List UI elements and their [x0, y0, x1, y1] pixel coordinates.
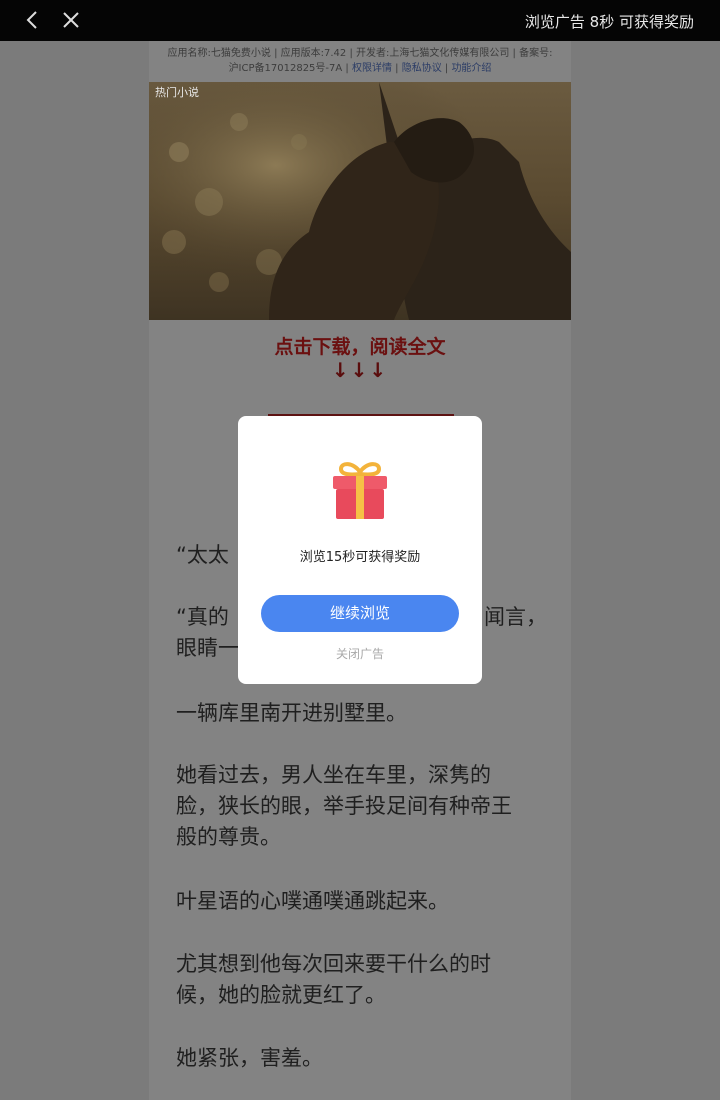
close-ad-link[interactable]: 关闭广告	[238, 645, 482, 662]
reward-message: 浏览15秒可获得奖励	[299, 550, 421, 565]
close-icon[interactable]	[60, 9, 82, 31]
gift-icon	[333, 462, 387, 519]
reward-dialog: 浏览15秒可获得奖励 继续浏览 关闭广告	[238, 416, 482, 684]
continue-browsing-button[interactable]: 继续浏览	[261, 595, 459, 632]
top-bar: 浏览广告 8秒 可获得奖励	[0, 0, 720, 41]
back-arrow-icon[interactable]	[22, 9, 44, 31]
reward-countdown-text: 浏览广告 8秒 可获得奖励	[524, 13, 694, 31]
